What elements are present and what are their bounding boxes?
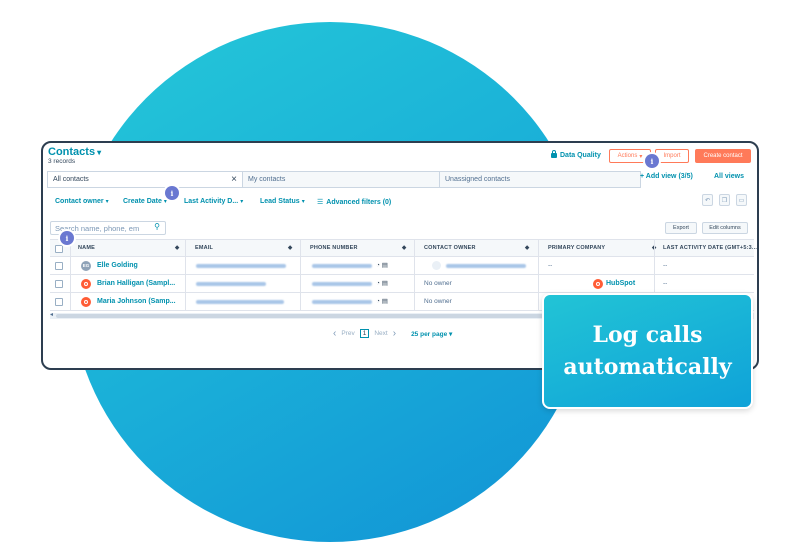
call-icon[interactable]: ◔ ▤ [376,261,388,269]
phone-blurred [312,300,372,304]
company-cell: -- [548,262,553,269]
page-title[interactable]: Contacts ▾ [48,146,101,158]
filter-icon: ☰ [317,199,324,206]
tab-my-contacts[interactable]: My contacts [242,171,439,188]
scroll-left-icon[interactable]: ◂ [50,311,53,318]
sort-icon[interactable]: ◆ [525,245,529,251]
phone-blurred [312,282,372,286]
filter-create-date[interactable]: Create Date ▾ [123,198,167,205]
callout-text: Log calls automatically [563,322,732,380]
owner-cell: No owner [424,280,452,287]
column-phone[interactable]: PHONE NUMBER [310,245,358,251]
column-name[interactable]: NAME [78,245,95,251]
record-count: 3 records [48,158,76,165]
all-views-link[interactable]: All views [714,173,744,180]
prev-page-button[interactable]: Prev [341,330,354,337]
sort-icon[interactable]: ◆ [175,245,179,251]
copy-icon[interactable]: ❐ [719,194,730,206]
call-icon[interactable]: ◔ ▤ [376,297,388,305]
chevron-down-icon: ▾ [639,153,643,160]
feature-callout: Log calls automatically [542,293,753,409]
last-activity-cell: -- [663,280,668,287]
table-row[interactable]: Brian Halligan (Sampl... ◔ ▤ No owner Hu… [50,275,754,293]
email-blurred [196,300,284,304]
column-owner[interactable]: CONTACT OWNER [424,245,476,251]
row-checkbox[interactable] [55,280,63,288]
chevron-right-icon[interactable]: › [393,328,396,339]
chevron-down-icon: ▾ [105,199,109,205]
contact-name-link[interactable]: Maria Johnson (Samp... [97,298,176,305]
owner-blurred [446,264,526,268]
email-blurred [196,264,286,268]
undo-icon[interactable]: ↶ [702,194,713,206]
close-icon[interactable]: × [231,174,237,185]
create-contact-button[interactable]: Create contact [695,149,751,163]
email-blurred [196,282,266,286]
phone-blurred [312,264,372,268]
last-activity-cell: -- [663,262,668,269]
next-page-button[interactable]: Next [374,330,387,337]
edit-columns-button[interactable]: Edit columns [702,222,748,234]
search-icon: ⚲ [154,222,160,231]
chevron-down-icon: ▾ [97,148,102,157]
info-badge-icon[interactable]: i [165,186,179,200]
data-quality-link[interactable]: Data Quality [551,149,601,159]
info-badge-icon[interactable]: i [645,154,659,168]
scrollbar-thumb[interactable] [56,314,596,318]
filter-last-activity[interactable]: Last Activity D... ▾ [184,198,243,205]
save-icon[interactable]: ▭ [736,194,747,206]
advanced-filters[interactable]: ☰ Advanced filters (0) [317,198,391,206]
table-row[interactable]: EG Elle Golding ◔ ▤ -- -- [50,257,754,275]
pagination: ‹ Prev 1 Next › 25 per page ▾ [333,328,452,339]
chevron-down-icon: ▾ [301,199,305,205]
avatar: EG [81,261,91,271]
filter-lead-status[interactable]: Lead Status ▾ [260,198,305,205]
import-button[interactable]: Import [655,149,689,163]
tab-unassigned-contacts[interactable]: Unassigned contacts [439,171,641,188]
call-icon[interactable]: ◔ ▤ [376,279,388,287]
lock-icon [551,149,557,158]
select-all-checkbox[interactable] [55,245,63,253]
chevron-down-icon: ▾ [163,199,167,205]
column-email[interactable]: EMAIL [195,245,213,251]
view-tabs: All contacts × My contacts Unassigned con… [47,171,641,188]
column-company[interactable]: PRIMARY COMPANY [548,245,605,251]
contact-name-link[interactable]: Brian Halligan (Sampl... [97,280,175,287]
hubspot-avatar-icon [81,279,91,289]
sort-icon[interactable]: ◆ [402,245,406,251]
row-checkbox[interactable] [55,298,63,306]
tab-all-contacts[interactable]: All contacts × [47,171,242,188]
column-last-activity[interactable]: LAST ACTIVITY DATE (GMT+5:3... [663,245,757,251]
contact-name-link[interactable]: Elle Golding [97,262,138,269]
company-link[interactable]: HubSpot [606,280,635,287]
current-page[interactable]: 1 [359,329,370,338]
hubspot-logo-icon [593,279,603,289]
hubspot-avatar-icon [81,297,91,307]
table-header: NAME ◆ EMAIL ◆ PHONE NUMBER ◆ CONTACT OW… [50,239,757,257]
info-badge-icon[interactable]: i [60,231,74,245]
sort-icon[interactable]: ◆ [288,245,292,251]
per-page-select[interactable]: 25 per page ▾ [411,330,452,338]
chevron-left-icon[interactable]: ‹ [333,328,336,339]
add-view-button[interactable]: + Add view (3/5) [640,173,693,180]
export-button[interactable]: Export [665,222,697,234]
user-icon [432,261,441,270]
row-checkbox[interactable] [55,262,63,270]
owner-cell: No owner [424,298,452,305]
filter-contact-owner[interactable]: Contact owner ▾ [55,198,109,205]
chevron-down-icon: ▾ [240,199,244,205]
